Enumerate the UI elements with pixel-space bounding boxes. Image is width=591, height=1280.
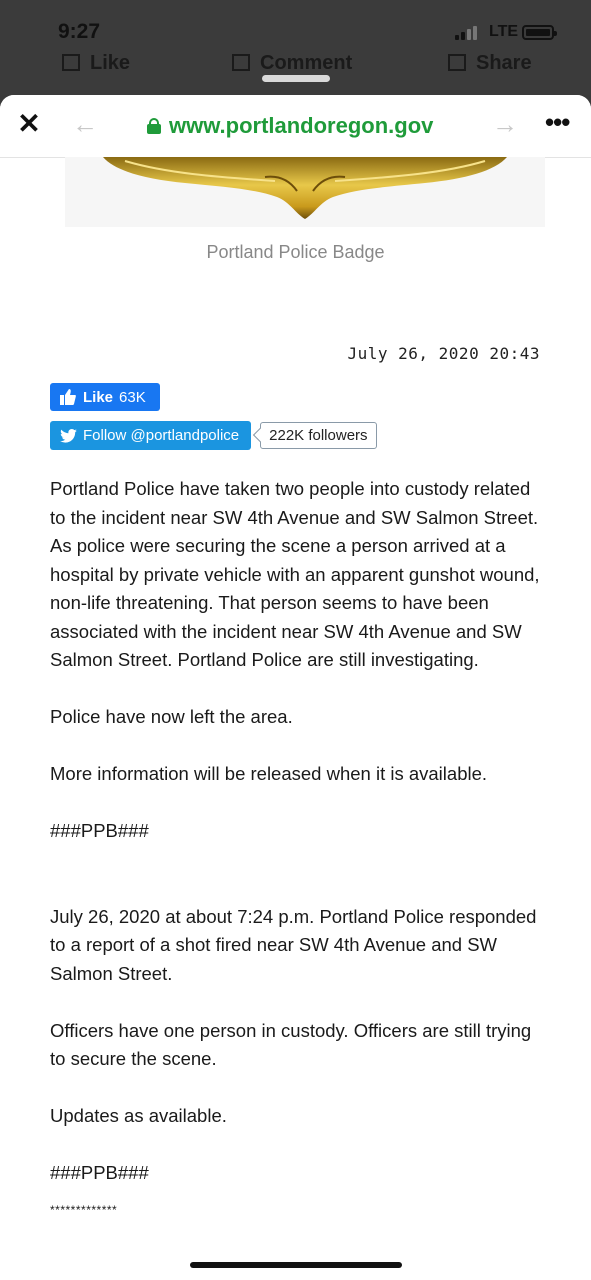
facebook-like-count: 63K bbox=[119, 388, 146, 406]
battery-icon bbox=[522, 25, 557, 40]
twitter-follower-count[interactable]: 222K followers bbox=[260, 422, 377, 449]
facebook-like-label: Like bbox=[83, 388, 114, 406]
article-paragraph: July 26, 2020 at about 7:24 p.m. Portlan… bbox=[50, 905, 537, 984]
badge-graphic bbox=[103, 157, 507, 219]
article-paragraph: More information will be released when i… bbox=[50, 763, 488, 784]
article-body: Portland Police have taken two people in… bbox=[50, 475, 550, 1253]
in-app-browser: ✕ ← www.portlandoregon.gov → ••• Portlan… bbox=[0, 95, 591, 1280]
browser-toolbar: ✕ ← www.portlandoregon.gov → ••• bbox=[0, 95, 591, 158]
comment-outline-icon bbox=[232, 54, 250, 71]
twitter-follow-widget: Follow @portlandpolice 222K followers bbox=[50, 421, 377, 450]
sheet-grabber[interactable] bbox=[262, 75, 330, 82]
address-bar[interactable]: www.portlandoregon.gov bbox=[147, 112, 433, 140]
lock-icon bbox=[147, 118, 161, 134]
behind-comment: Comment bbox=[232, 52, 352, 75]
article-paragraph: Police have now left the area. bbox=[50, 706, 293, 727]
network-type: LTE bbox=[489, 23, 519, 40]
badge-image bbox=[65, 157, 545, 227]
article-paragraph: Portland Police have taken two people in… bbox=[50, 478, 540, 670]
twitter-follow-label: Follow @portlandpolice bbox=[83, 427, 240, 444]
home-indicator[interactable] bbox=[190, 1262, 402, 1268]
forward-arrow-icon[interactable]: → bbox=[492, 109, 518, 140]
article-signoff: ###PPB### bbox=[50, 1162, 149, 1183]
behind-like: Like bbox=[62, 52, 130, 75]
article-separator: ************* bbox=[50, 1202, 118, 1217]
twitter-follow-button[interactable]: Follow @portlandpolice bbox=[50, 421, 252, 450]
twitter-bird-icon bbox=[60, 428, 77, 443]
article-signoff: ###PPB### bbox=[50, 820, 149, 841]
close-icon[interactable]: ✕ bbox=[14, 109, 44, 139]
image-caption: Portland Police Badge bbox=[206, 242, 385, 262]
status-bar: 9:27 LTE Like Comment Share bbox=[0, 0, 591, 95]
back-arrow-icon[interactable]: ← bbox=[72, 109, 98, 140]
share-outline-icon bbox=[448, 54, 466, 71]
url-text: www.portlandoregon.gov bbox=[169, 113, 434, 138]
press-release-date: July 26, 2020 20:43 bbox=[347, 344, 540, 363]
more-icon[interactable]: ••• bbox=[545, 107, 570, 138]
like-outline-icon bbox=[62, 54, 80, 71]
facebook-like-button[interactable]: Like 63K bbox=[50, 383, 160, 411]
article-paragraph: Officers have one person in custody. Off… bbox=[50, 1019, 532, 1070]
behind-share: Share bbox=[448, 52, 532, 75]
status-time: 9:27 bbox=[58, 20, 101, 43]
signal-icon bbox=[455, 26, 485, 40]
thumbs-up-icon bbox=[60, 389, 76, 405]
article-paragraph: Updates as available. bbox=[50, 1105, 227, 1126]
